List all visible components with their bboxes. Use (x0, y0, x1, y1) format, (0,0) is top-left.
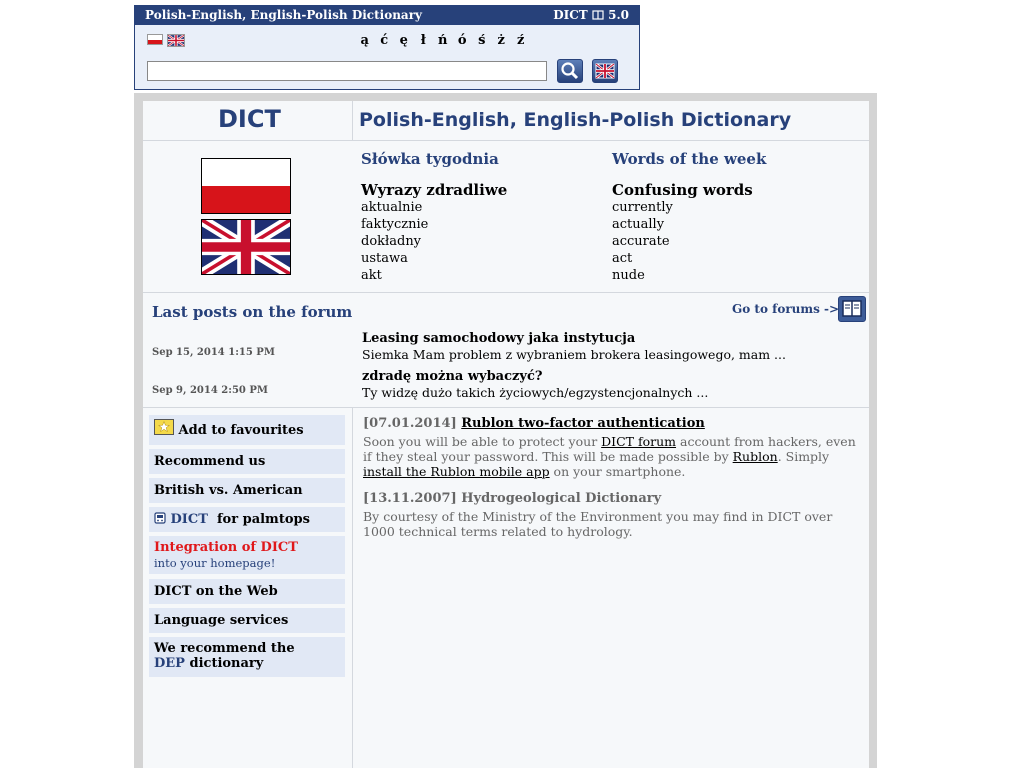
book-icon (592, 10, 604, 20)
words-topic-en: Confusing words (612, 181, 753, 199)
post-title-link[interactable]: Leasing samochodowy jaka instytucja (362, 331, 635, 346)
star-icon (154, 419, 174, 435)
word-item: nude (612, 268, 645, 283)
char-button[interactable]: ę (394, 33, 414, 48)
char-button[interactable]: ź (511, 33, 531, 48)
book-icon (842, 300, 862, 317)
char-button[interactable]: ł (414, 33, 434, 48)
word-item: ustawa (361, 251, 408, 266)
news-body: By courtesy of the Ministry of the Envir… (363, 509, 833, 539)
char-button[interactable]: ć (375, 33, 395, 48)
palmtop-icon (154, 512, 166, 524)
uk-flag-icon[interactable] (167, 34, 185, 47)
search-widget: Polish-English, English-Polish Dictionar… (134, 5, 640, 90)
word-item: aktualnie (361, 200, 423, 215)
divider (143, 140, 869, 141)
words-topic-pl: Wyrazy zdradliwe (361, 181, 508, 199)
brand-logo[interactable]: DICT (218, 105, 281, 133)
special-chars: ąćęłńóśżź (355, 33, 531, 48)
divider (143, 292, 869, 293)
widget-version: DICT 5.0 (553, 8, 629, 22)
news-headline: [07.01.2014] Rublon two-factor authentic… (363, 416, 705, 431)
char-button[interactable]: ż (492, 33, 512, 48)
char-button[interactable]: ś (472, 33, 492, 48)
add-to-favourites-button[interactable]: Add to favourites (149, 415, 345, 445)
word-item: faktycznie (361, 217, 429, 232)
dict-on-web-link[interactable]: DICT on the Web (149, 579, 345, 604)
uk-flag-icon (595, 63, 615, 79)
word-item: currently (612, 200, 673, 215)
word-item: dokładny (361, 234, 422, 249)
divider (143, 407, 869, 408)
forum-book-icon[interactable] (838, 296, 866, 322)
news-headline: [13.11.2007] Hydrogeological Dictionary (363, 491, 662, 506)
word-item: act (612, 251, 633, 266)
install-rublon-link[interactable]: install the Rublon mobile app (363, 464, 550, 479)
divider (352, 101, 353, 140)
words-of-week-heading-pl: Słówka tygodnia (361, 150, 499, 168)
word-item: actually (612, 217, 665, 232)
news-body: Soon you will be able to protect your DI… (363, 434, 856, 479)
palmtops-link[interactable]: DICT for palmtops (149, 507, 345, 532)
search-button[interactable] (557, 59, 583, 83)
post-title-link[interactable]: zdradę można wybaczyć? (362, 369, 542, 384)
divider (352, 407, 353, 768)
forum-heading: Last posts on the forum (152, 303, 353, 321)
widget-title-bar: Polish-English, English-Polish Dictionar… (135, 6, 639, 25)
word-item: akt (361, 268, 382, 283)
words-of-week-heading-en: Words of the week (612, 150, 767, 168)
post-excerpt: Ty widzę dużo takich życiowych/egzystenc… (362, 385, 709, 400)
search-input[interactable] (147, 61, 547, 81)
dict-forum-link[interactable]: DICT forum (601, 434, 676, 449)
switch-direction-button[interactable] (592, 59, 618, 83)
integration-link[interactable]: Integration of DICT into your homepage! (149, 536, 345, 574)
news-title-link[interactable]: Rublon two-factor authentication (461, 416, 705, 431)
widget-title: Polish-English, English-Polish Dictionar… (145, 8, 422, 22)
post-date: Sep 15, 2014 1:15 PM (152, 347, 275, 358)
word-list-pl: aktualnie faktycznie dokładny ustawa akt (361, 199, 428, 284)
british-vs-american-link[interactable]: British vs. American (149, 478, 345, 503)
go-to-forums-link[interactable]: Go to forums -> (732, 302, 839, 316)
page-title: Polish-English, English-Polish Dictionar… (359, 109, 792, 131)
word-item: accurate (612, 234, 670, 249)
char-button[interactable]: ą (355, 33, 375, 48)
char-button[interactable]: ń (433, 33, 453, 48)
post-date: Sep 9, 2014 2:50 PM (152, 385, 268, 396)
polish-flag-icon (201, 158, 291, 214)
rublon-link[interactable]: Rublon (733, 449, 778, 464)
language-services-link[interactable]: Language services (149, 608, 345, 633)
post-excerpt: Siemka Mam problem z wybraniem brokera l… (362, 347, 786, 362)
recommend-us-link[interactable]: Recommend us (149, 449, 345, 474)
recommend-dep-link[interactable]: We recommend the DEP dictionary (149, 637, 345, 677)
uk-flag-icon (201, 219, 291, 275)
polish-flag-icon[interactable] (147, 34, 163, 45)
word-list-en: currently actually accurate act nude (612, 199, 673, 284)
magnifier-icon (561, 62, 579, 80)
char-button[interactable]: ó (453, 33, 473, 48)
